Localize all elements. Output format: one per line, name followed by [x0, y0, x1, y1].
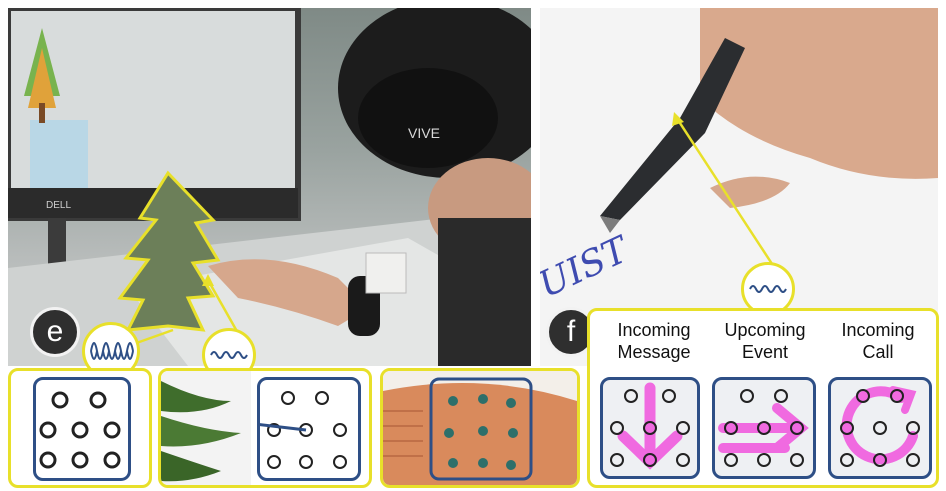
- fern-mapping-box: [158, 368, 372, 488]
- low-frequency-wave-icon: [749, 285, 787, 293]
- panel-e-letter: e: [46, 315, 64, 348]
- actuator-grid-icon: [39, 391, 121, 469]
- pattern-1-title: Incoming Message: [604, 319, 704, 363]
- vr-scene-photo: DELL VIVE: [8, 8, 531, 366]
- pattern-1-line1: Incoming: [617, 320, 691, 340]
- direction-grid-icon: [219, 391, 347, 469]
- handwriting-text: UIST: [540, 228, 637, 306]
- incoming-call-pattern: [828, 377, 932, 479]
- sleeve-photo: [383, 371, 577, 485]
- pattern-1-line2: Message: [617, 342, 691, 362]
- pattern-2-line2: Event: [741, 342, 789, 362]
- pattern-3-line1: Incoming: [841, 320, 915, 340]
- wearable-sleeve-box: [380, 368, 580, 488]
- notification-patterns-box: Incoming Message Upcoming Event Incoming…: [587, 308, 939, 488]
- vr-scene-illustration: DELL VIVE: [8, 8, 531, 366]
- arrow-right-pattern-icon: [718, 389, 809, 467]
- actuator-grid: [33, 377, 131, 481]
- arrow-down-pattern-icon: [610, 382, 690, 470]
- panel-e-label: e: [30, 307, 80, 357]
- actuator-array-box: [8, 368, 152, 488]
- pattern-3-title: Incoming Call: [826, 319, 930, 363]
- upcoming-event-pattern: [712, 377, 816, 479]
- circular-pattern-icon: [840, 386, 920, 467]
- incoming-message-pattern: [600, 377, 700, 479]
- headset-brand: VIVE: [408, 125, 440, 141]
- direction-grid: [219, 377, 361, 481]
- pattern-3-line2: Call: [862, 342, 894, 362]
- fern-photo: [161, 371, 251, 485]
- panel-f-letter: f: [566, 315, 576, 348]
- pattern-2-line1: Upcoming: [724, 320, 806, 340]
- pattern-2-title: Upcoming Event: [710, 319, 820, 363]
- monitor-brand: DELL: [46, 200, 71, 211]
